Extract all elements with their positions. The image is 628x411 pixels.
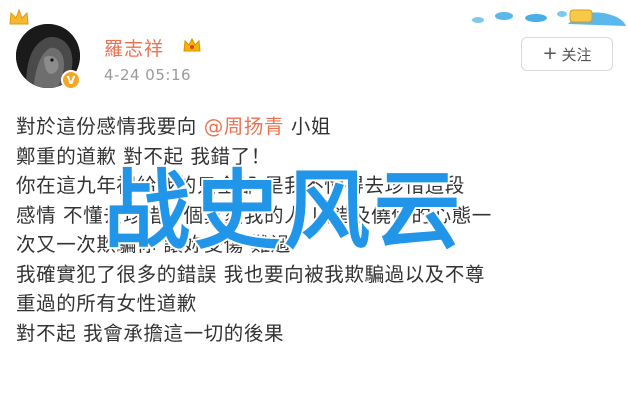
post-line: 對不起 我會承擔這一切的後果: [16, 321, 285, 345]
vip-crown-icon[interactable]: [182, 36, 202, 54]
post-text: 對於這份感情我要向: [16, 115, 204, 138]
post-line: 重過的所有女性道歉: [16, 292, 197, 315]
post-line: 對於這份感情我要向 @周扬青 小姐: [16, 112, 616, 142]
plus-icon: +: [542, 43, 558, 64]
username[interactable]: 羅志祥: [104, 34, 164, 61]
watermark-overlay: 战史风云: [102, 161, 464, 261]
crown-icon: [8, 8, 30, 26]
water-splash-decoration: [458, 4, 628, 32]
follow-label: 关注: [561, 45, 592, 64]
follow-button[interactable]: + 关注: [521, 37, 613, 71]
post-text: 小姐: [284, 115, 332, 138]
post-line: 我確實犯了很多的錯誤 我也要向被我欺騙過以及不尊: [16, 262, 486, 286]
verified-badge-icon: V: [61, 70, 81, 90]
mention-link[interactable]: @周扬青: [204, 115, 284, 138]
post-timestamp[interactable]: 4-24 05:16: [104, 66, 191, 84]
